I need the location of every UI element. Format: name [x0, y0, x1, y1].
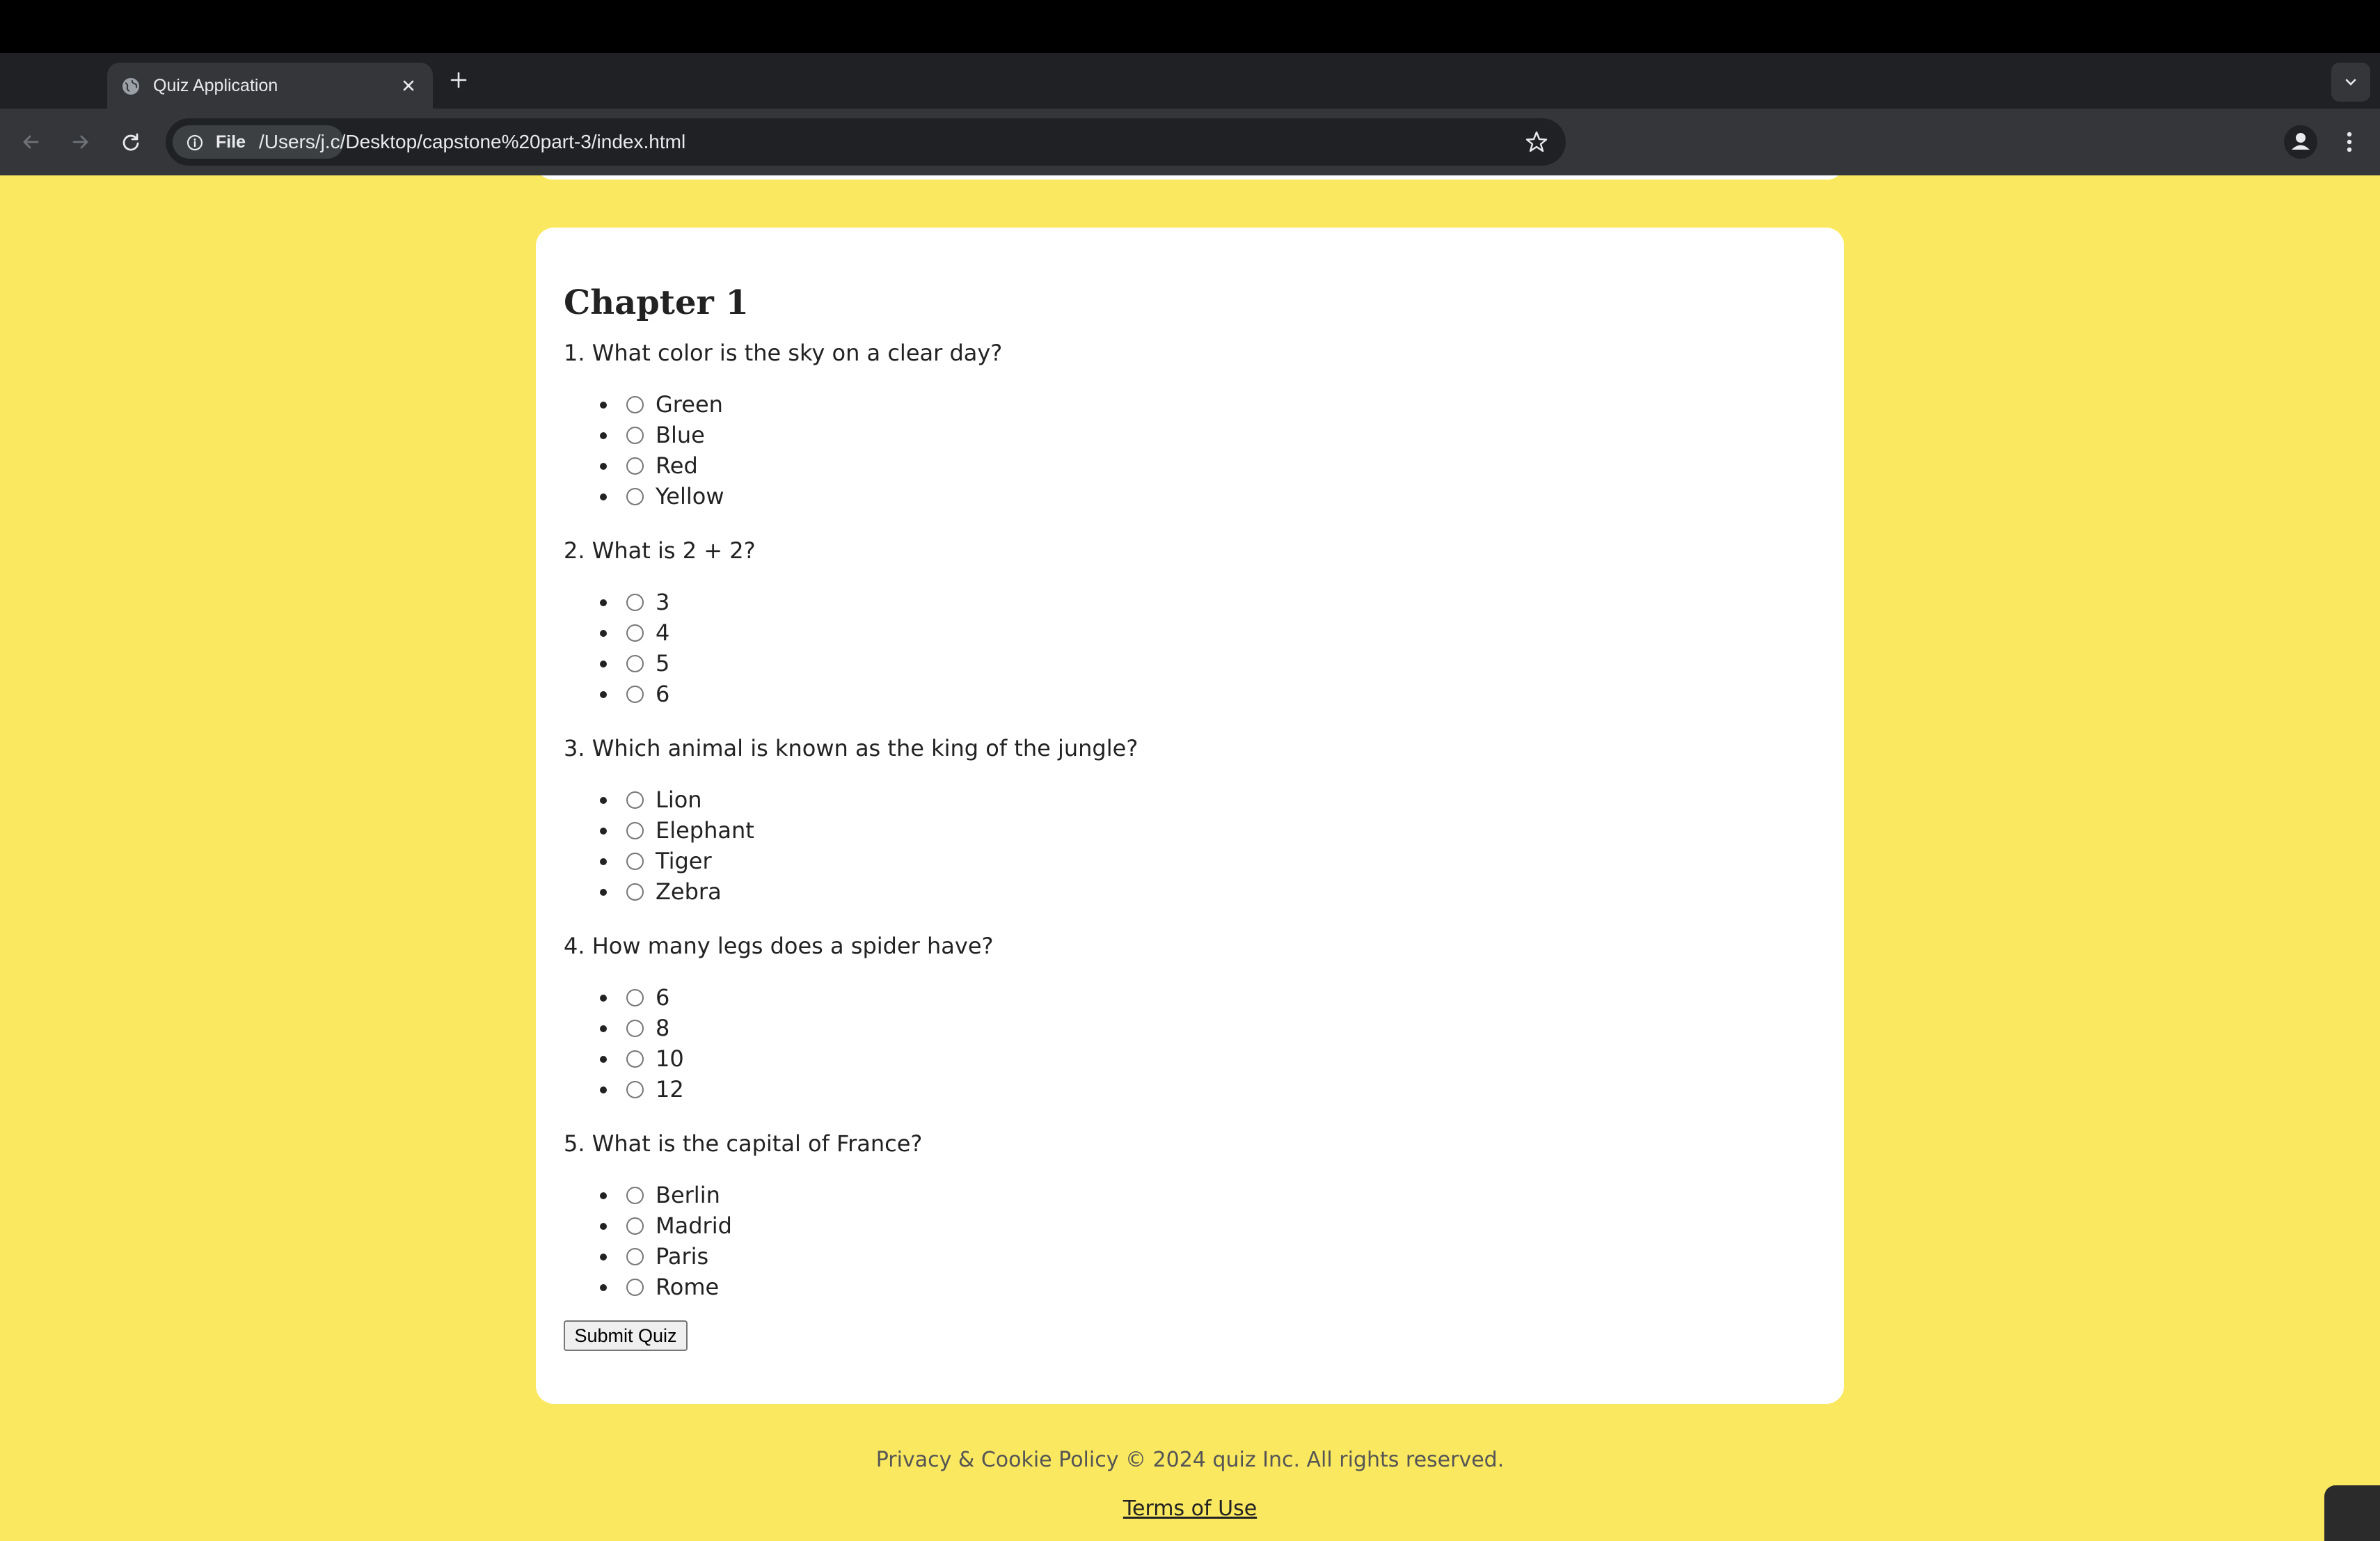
- option-label: 5: [656, 650, 670, 677]
- bullet-icon: [600, 630, 607, 637]
- quiz-card: Chapter 1 1. What color is the sky on a …: [536, 228, 1844, 1404]
- bookmark-star-icon[interactable]: [1524, 129, 1549, 155]
- option-label: 6: [656, 681, 670, 707]
- browser-toolbar: File /Users/j.c/Desktop/capstone%20part-…: [0, 109, 2380, 175]
- tab-strip: Quiz Application: [0, 53, 2380, 109]
- question-5: 5. What is the capital of France?: [564, 1130, 923, 1157]
- new-tab-plus-icon[interactable]: [445, 67, 472, 93]
- bullet-icon: [600, 828, 607, 835]
- bullet-icon: [600, 599, 607, 606]
- bullet-icon: [600, 463, 607, 470]
- terms-of-use-link[interactable]: Terms of Use: [1123, 1496, 1257, 1521]
- address-bar[interactable]: File /Users/j.c/Desktop/capstone%20part-…: [166, 118, 1566, 166]
- option-label: Madrid: [656, 1212, 732, 1239]
- radio-button[interactable]: [626, 488, 644, 505]
- screen-top-bar: [0, 0, 2380, 53]
- option-label: Tiger: [656, 848, 712, 874]
- bullet-icon: [600, 889, 607, 896]
- tab-quiz-application[interactable]: Quiz Application: [107, 63, 433, 109]
- option-label: Paris: [656, 1243, 709, 1270]
- option-label: Blue: [656, 422, 705, 448]
- option-label: 12: [656, 1076, 684, 1103]
- back-button[interactable]: [14, 125, 47, 159]
- bullet-icon: [600, 858, 607, 865]
- radio-button[interactable]: [626, 883, 644, 901]
- globe-icon: [122, 78, 139, 95]
- question-2: 2. What is 2 + 2?: [564, 537, 756, 564]
- option-label: 8: [656, 1015, 670, 1041]
- radio-button[interactable]: [626, 1020, 644, 1037]
- bullet-icon: [600, 995, 607, 1002]
- reload-button[interactable]: [114, 125, 148, 159]
- close-icon[interactable]: [398, 75, 419, 96]
- option-label: 6: [656, 984, 670, 1011]
- chapter-title: Chapter 1: [564, 283, 749, 322]
- chevron-down-icon: [2345, 79, 2356, 86]
- radio-button[interactable]: [626, 427, 644, 444]
- bullet-icon: [600, 661, 607, 667]
- question-4: 4. How many legs does a spider have?: [564, 933, 994, 959]
- option-label: 10: [656, 1045, 684, 1072]
- bullet-icon: [600, 1254, 607, 1261]
- radio-button[interactable]: [626, 1279, 644, 1296]
- option-label: Yellow: [656, 483, 724, 509]
- radio-button[interactable]: [626, 1050, 644, 1068]
- bullet-icon: [600, 691, 607, 698]
- radio-button[interactable]: [626, 1081, 644, 1098]
- arrow-left-icon: [23, 135, 39, 149]
- reload-icon: [122, 133, 139, 151]
- forward-button[interactable]: [64, 125, 97, 159]
- bullet-icon: [600, 493, 607, 500]
- option-label: Green: [656, 391, 723, 418]
- bullet-icon: [600, 797, 607, 804]
- option-label: 4: [656, 619, 670, 646]
- tab-title: Quiz Application: [153, 76, 278, 95]
- radio-button[interactable]: [626, 822, 644, 839]
- bullet-icon: [600, 1284, 607, 1291]
- option-label: Rome: [656, 1274, 720, 1300]
- submit-quiz-button[interactable]: Submit Quiz: [564, 1320, 688, 1351]
- radio-button[interactable]: [626, 457, 644, 475]
- footer-terms: Terms of Use: [0, 1495, 2380, 1523]
- option-label: Lion: [656, 787, 702, 813]
- arrow-right-icon: [72, 135, 88, 149]
- radio-button[interactable]: [626, 594, 644, 611]
- bullet-icon: [600, 1086, 607, 1093]
- bullet-icon: [600, 402, 607, 409]
- bullet-icon: [600, 1025, 607, 1032]
- radio-button[interactable]: [626, 396, 644, 413]
- radio-button[interactable]: [626, 853, 644, 870]
- option-label: Zebra: [656, 878, 722, 905]
- radio-button[interactable]: [626, 686, 644, 703]
- file-chip-label: File: [216, 132, 246, 152]
- question-3: 3. Which animal is known as the king of …: [564, 735, 1139, 761]
- bullet-icon: [600, 1223, 607, 1230]
- option-label: 3: [656, 589, 670, 615]
- option-label: Berlin: [656, 1182, 720, 1208]
- radio-button[interactable]: [626, 1248, 644, 1265]
- radio-button[interactable]: [626, 624, 644, 642]
- corner-widget[interactable]: [2324, 1485, 2380, 1541]
- footer-copyright: Privacy & Cookie Policy © 2024 quiz Inc.…: [875, 1448, 1505, 1472]
- option-label: Elephant: [656, 817, 754, 844]
- question-1: 1. What color is the sky on a clear day?: [564, 340, 1003, 366]
- kebab-menu-icon[interactable]: [2335, 124, 2363, 160]
- bullet-icon: [600, 432, 607, 439]
- bullet-icon: [600, 1056, 607, 1063]
- previous-card: [536, 175, 1844, 180]
- profile-avatar-icon[interactable]: [2283, 124, 2319, 160]
- radio-button[interactable]: [626, 1187, 644, 1204]
- bullet-icon: [600, 1192, 607, 1199]
- radio-button[interactable]: [626, 655, 644, 672]
- option-label: Red: [656, 452, 698, 479]
- url-text[interactable]: /Users/j.c/Desktop/capstone%20part-3/ind…: [259, 131, 685, 153]
- radio-button[interactable]: [626, 1217, 644, 1235]
- info-icon: [187, 134, 203, 151]
- radio-button[interactable]: [626, 989, 644, 1006]
- tab-search-button[interactable]: [2331, 63, 2370, 102]
- radio-button[interactable]: [626, 791, 644, 809]
- page-viewport: Chapter 1 1. What color is the sky on a …: [0, 175, 2380, 1541]
